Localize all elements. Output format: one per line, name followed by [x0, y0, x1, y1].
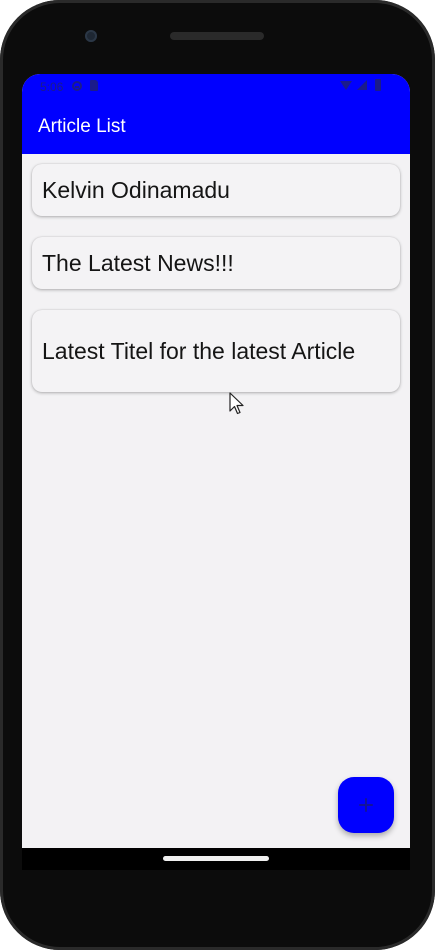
- do-not-disturb-icon: [72, 81, 82, 91]
- article-title: Latest Titel for the latest Article: [42, 337, 356, 364]
- add-article-button[interactable]: [338, 777, 394, 833]
- app-bar-title: Article List: [38, 116, 126, 137]
- app-screen: 5:06 Article List Kelvin Odinamadu The L…: [22, 74, 410, 848]
- app-bar: Article List: [22, 100, 410, 154]
- article-card[interactable]: Latest Titel for the latest Article: [32, 310, 400, 392]
- signal-icon: [357, 80, 367, 90]
- battery-icon: [375, 79, 381, 91]
- status-bar: 5:06: [22, 74, 410, 100]
- article-card[interactable]: Kelvin Odinamadu: [32, 164, 400, 216]
- status-time: 5:06: [40, 80, 64, 94]
- plus-icon: [359, 798, 373, 812]
- article-card[interactable]: The Latest News!!!: [32, 237, 400, 289]
- device: 5:06 Article List Kelvin Odinamadu The L…: [0, 0, 435, 950]
- article-title: The Latest News!!!: [42, 249, 234, 276]
- earpiece-speaker: [170, 32, 264, 40]
- phone-frame: 5:06 Article List Kelvin Odinamadu The L…: [0, 0, 435, 950]
- article-title: Kelvin Odinamadu: [42, 176, 230, 203]
- front-camera-icon: [85, 30, 97, 42]
- wifi-icon: [340, 81, 352, 90]
- sd-card-icon: [90, 80, 98, 91]
- home-gesture-handle[interactable]: [163, 856, 269, 861]
- mouse-pointer-icon: [229, 392, 244, 415]
